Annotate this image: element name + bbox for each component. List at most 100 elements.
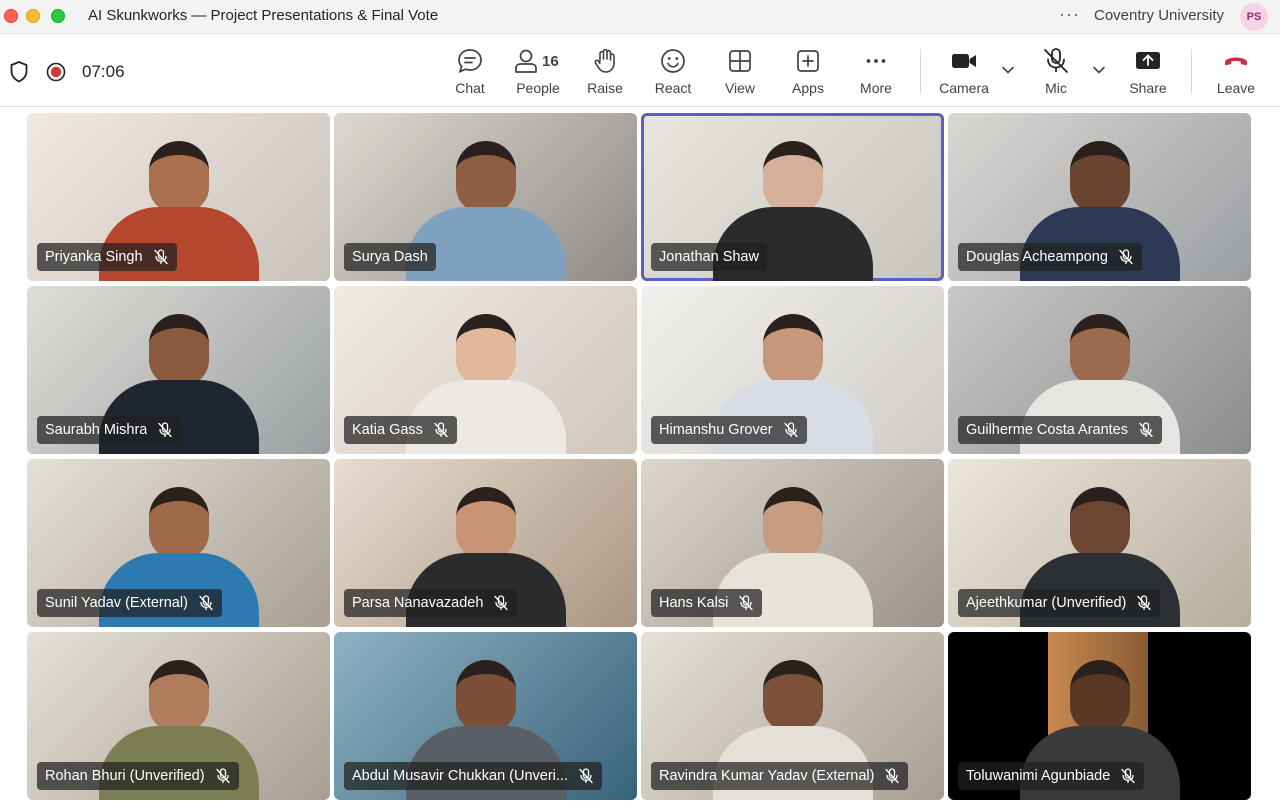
- participant-tile[interactable]: Douglas Acheampong: [948, 113, 1251, 281]
- mic-muted-icon: [153, 249, 168, 265]
- mic-muted-icon: [579, 768, 593, 784]
- smile-icon: [661, 49, 685, 73]
- more-button[interactable]: More: [844, 47, 908, 101]
- apps-label: Apps: [792, 80, 824, 96]
- apps-button[interactable]: Apps: [776, 47, 840, 101]
- mic-muted-icon: [434, 422, 448, 438]
- participant-nameplate: Ravindra Kumar Yadav (External): [651, 762, 909, 790]
- participant-tile[interactable]: Jonathan Shaw: [641, 113, 944, 281]
- mic-off-icon: [1044, 48, 1068, 73]
- participant-name: Katia Gass: [352, 422, 423, 438]
- participant-name: Parsa Nanavazadeh: [352, 595, 484, 611]
- participant-nameplate: Parsa Nanavazadeh: [344, 589, 518, 617]
- chat-icon: [458, 49, 482, 73]
- leave-label: Leave: [1216, 80, 1256, 96]
- plus-icon: [797, 50, 819, 72]
- mic-muted-icon: [199, 595, 213, 611]
- mic-label: Mic: [1045, 80, 1067, 96]
- participant-tile[interactable]: Ravindra Kumar Yadav (External): [641, 632, 944, 800]
- participant-tile[interactable]: Guilherme Costa Arantes: [948, 286, 1251, 454]
- participant-nameplate: Ajeethkumar (Unverified): [958, 589, 1161, 617]
- close-window-button[interactable]: [4, 9, 18, 23]
- participant-name: Toluwanimi Agunbiade: [966, 768, 1111, 784]
- more-options-icon[interactable]: ···: [1059, 4, 1080, 25]
- participant-tile[interactable]: Himanshu Grover: [641, 286, 944, 454]
- participant-nameplate: Katia Gass: [344, 416, 457, 444]
- participant-tile[interactable]: Saurabh Mishra: [27, 286, 330, 454]
- people-button[interactable]: 16 People: [505, 47, 571, 101]
- mic-muted-icon: [1139, 422, 1153, 438]
- camera-button[interactable]: Camera: [932, 47, 996, 101]
- participant-name: Sunil Yadav (External): [45, 595, 188, 611]
- camera-options-chevron-down-icon[interactable]: [1001, 63, 1015, 77]
- participant-nameplate: Saurabh Mishra: [37, 416, 182, 444]
- participant-tile[interactable]: Rohan Bhuri (Unverified): [27, 632, 330, 800]
- participant-nameplate: Jonathan Shaw: [651, 243, 767, 271]
- leave-button[interactable]: Leave: [1204, 47, 1268, 101]
- participant-nameplate: Rohan Bhuri (Unverified): [37, 762, 239, 790]
- mic-button[interactable]: Mic: [1024, 47, 1088, 101]
- participant-tile[interactable]: Toluwanimi Agunbiade: [948, 632, 1251, 800]
- avatar[interactable]: PS: [1240, 3, 1268, 31]
- mic-options-chevron-down-icon[interactable]: [1092, 63, 1106, 77]
- participant-tile[interactable]: Surya Dash: [334, 113, 637, 281]
- react-label: React: [654, 80, 692, 96]
- hangup-icon: [1225, 57, 1247, 66]
- participant-name: Ajeethkumar (Unverified): [966, 595, 1127, 611]
- raise-label: Raise: [587, 80, 623, 96]
- participant-video: [405, 141, 566, 281]
- participant-nameplate: Sunil Yadav (External): [37, 589, 222, 617]
- participant-tile[interactable]: Abdul Musavir Chukkan (Unveri...: [334, 632, 637, 800]
- minimize-window-button[interactable]: [26, 9, 40, 23]
- participant-nameplate: Hans Kalsi: [651, 589, 763, 617]
- participant-tile[interactable]: Sunil Yadav (External): [27, 459, 330, 627]
- people-label: People: [516, 80, 560, 96]
- zoom-window-button[interactable]: [51, 9, 65, 23]
- camera-icon: [952, 54, 976, 68]
- participant-tile[interactable]: Priyanka Singh: [27, 113, 330, 281]
- participant-name: Ravindra Kumar Yadav (External): [659, 768, 875, 784]
- more-label: More: [860, 80, 892, 96]
- participant-name: Abdul Musavir Chukkan (Unveri...: [352, 768, 568, 784]
- participant-name: Rohan Bhuri (Unverified): [45, 768, 205, 784]
- participant-nameplate: Toluwanimi Agunbiade: [958, 762, 1145, 790]
- participant-tile[interactable]: Parsa Nanavazadeh: [334, 459, 637, 627]
- participant-nameplate: Himanshu Grover: [651, 416, 807, 444]
- participant-name: Himanshu Grover: [659, 422, 773, 438]
- participant-nameplate: Surya Dash: [344, 243, 436, 271]
- toolbar-divider: [1191, 49, 1192, 93]
- participant-tile[interactable]: Ajeethkumar (Unverified): [948, 459, 1251, 627]
- chat-label: Chat: [455, 80, 485, 96]
- organization-name[interactable]: Coventry University: [1094, 7, 1224, 24]
- participant-nameplate: Guilherme Costa Arantes: [958, 416, 1162, 444]
- react-button[interactable]: React: [641, 47, 705, 101]
- participant-name: Guilherme Costa Arantes: [966, 422, 1128, 438]
- mic-muted-icon: [885, 768, 900, 784]
- participant-name: Saurabh Mishra: [45, 422, 148, 438]
- recording-icon: [46, 62, 66, 82]
- camera-label: Camera: [939, 80, 989, 96]
- chat-button[interactable]: Chat: [438, 47, 502, 101]
- share-icon: [1136, 52, 1160, 69]
- participant-name: Priyanka Singh: [45, 249, 143, 265]
- participant-name: Douglas Acheampong: [966, 249, 1108, 265]
- participant-nameplate: Abdul Musavir Chukkan (Unveri...: [344, 762, 602, 790]
- more-icon: [866, 59, 886, 63]
- mic-muted-icon: [215, 768, 230, 784]
- participant-name: Jonathan Shaw: [659, 249, 759, 265]
- raise-hand-button[interactable]: Raise: [573, 47, 637, 101]
- participant-name: Surya Dash: [352, 249, 428, 265]
- share-button[interactable]: Share: [1116, 47, 1180, 101]
- meeting-toolbar: 07:06 Chat 16 People Raise React View Ap…: [0, 35, 1280, 107]
- mic-muted-icon: [1119, 249, 1133, 265]
- mic-muted-icon: [783, 422, 798, 438]
- participant-tile[interactable]: Katia Gass: [334, 286, 637, 454]
- meeting-timer: 07:06: [82, 62, 125, 81]
- mic-muted-icon: [158, 422, 173, 438]
- participant-nameplate: Douglas Acheampong: [958, 243, 1142, 271]
- participant-tile[interactable]: Hans Kalsi: [641, 459, 944, 627]
- view-button[interactable]: View: [708, 47, 772, 101]
- shield-icon[interactable]: [10, 61, 28, 83]
- mic-muted-icon: [1137, 595, 1152, 611]
- mic-muted-icon: [739, 595, 753, 611]
